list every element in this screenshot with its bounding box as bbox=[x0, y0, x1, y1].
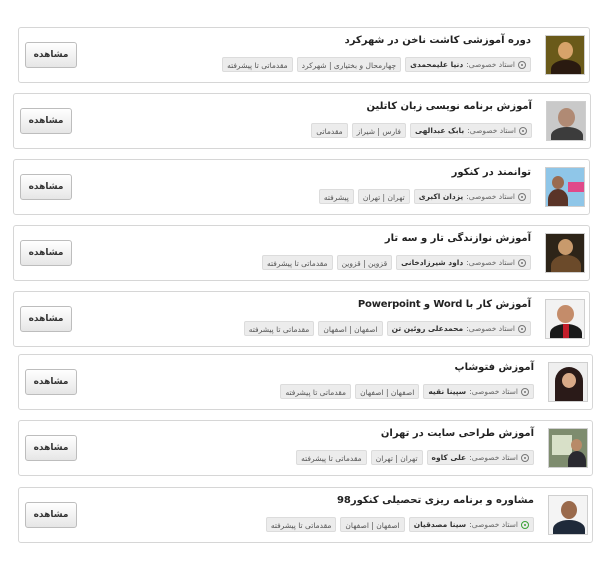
teacher-photo[interactable] bbox=[546, 101, 586, 141]
teacher-tag: استاد خصوصی: داود شیرزادخانی bbox=[396, 255, 531, 270]
user-circle-icon bbox=[518, 192, 526, 201]
user-circle-icon bbox=[521, 387, 529, 396]
teacher-photo[interactable] bbox=[548, 362, 588, 402]
teacher-tag: استاد خصوصی: سپینا نقیه bbox=[423, 384, 534, 399]
course-card: آموزش کار با Word و Powerpoint استاد خصو… bbox=[13, 291, 590, 347]
level-tag: مقدماتی تا پیشرفته bbox=[296, 450, 367, 465]
course-title[interactable]: آموزش نوازندگی تار و سه تار bbox=[385, 233, 531, 244]
level-tag: مقدماتی تا پیشرفته bbox=[261, 255, 333, 270]
course-card: آموزش طراحی سایت در تهران استاد خصوصی: ع… bbox=[18, 420, 593, 476]
course-tags: استاد خصوصی: یزدان اکبری تهران | تهران پ… bbox=[318, 189, 531, 204]
teacher-tag: استاد خصوصی: یزدان اکبری bbox=[413, 189, 531, 204]
location-tag: اصفهان | اصفهان bbox=[355, 384, 420, 399]
course-card: آموزش نوازندگی تار و سه تار استاد خصوصی:… bbox=[13, 225, 590, 281]
location-tag: قزوین | قزوین bbox=[336, 255, 393, 270]
teacher-label: استاد خصوصی: bbox=[466, 324, 515, 333]
course-card: مشاوره و برنامه ریزی تحصیلی کنکور98 استا… bbox=[18, 487, 593, 543]
teacher-tag: استاد خصوصی: محمدعلی روئین تن bbox=[386, 321, 531, 336]
course-title[interactable]: مشاوره و برنامه ریزی تحصیلی کنکور98 bbox=[337, 495, 534, 506]
teacher-tag: استاد خصوصی: دنیا علیمحمدی bbox=[405, 57, 531, 72]
teacher-name[interactable]: یزدان اکبری bbox=[419, 189, 463, 204]
course-card: آموزش برنامه نویسی زبان کاتلین استاد خصو… bbox=[13, 93, 591, 149]
user-circle-icon bbox=[518, 324, 526, 333]
teacher-tag: استاد خصوصی: علی کاوه bbox=[426, 450, 534, 465]
teacher-label: استاد خصوصی: bbox=[466, 192, 515, 201]
teacher-photo[interactable] bbox=[545, 299, 585, 339]
level-tag: مقدماتی bbox=[311, 123, 348, 138]
teacher-tag: استاد خصوصی: بابک عبدالهی bbox=[410, 123, 532, 138]
teacher-name[interactable]: دنیا علیمحمدی bbox=[410, 57, 463, 72]
teacher-name[interactable]: محمدعلی روئین تن bbox=[392, 321, 464, 336]
teacher-label: استاد خصوصی: bbox=[469, 520, 518, 529]
teacher-name[interactable]: داود شیرزادخانی bbox=[401, 255, 463, 270]
teacher-name[interactable]: سینا مصدقیان bbox=[414, 517, 466, 532]
view-button[interactable]: مشاهده bbox=[25, 369, 77, 395]
location-tag: اصفهان | اصفهان bbox=[318, 321, 383, 336]
location-tag: چهارمحال و بختیاری | شهرکرد bbox=[296, 57, 402, 72]
user-circle-icon bbox=[518, 60, 526, 69]
teacher-name[interactable]: سپینا نقیه bbox=[428, 384, 466, 399]
level-tag: مقدماتی تا پیشرفته bbox=[280, 384, 352, 399]
level-tag: مقدماتی تا پیشرفته bbox=[265, 517, 337, 532]
view-button[interactable]: مشاهده bbox=[20, 108, 72, 134]
teacher-photo[interactable] bbox=[548, 495, 588, 535]
level-tag: مقدماتی تا پیشرفته bbox=[222, 57, 293, 72]
teacher-label: استاد خصوصی: bbox=[467, 126, 516, 135]
teacher-label: استاد خصوصی: bbox=[466, 258, 515, 267]
view-button[interactable]: مشاهده bbox=[20, 306, 72, 332]
teacher-name[interactable]: بابک عبدالهی bbox=[415, 123, 464, 138]
teacher-label: استاد خصوصی: bbox=[469, 453, 518, 462]
view-button[interactable]: مشاهده bbox=[20, 174, 72, 200]
view-button[interactable]: مشاهده bbox=[25, 42, 77, 68]
location-tag: اصفهان | اصفهان bbox=[340, 517, 405, 532]
course-tags: استاد خصوصی: داود شیرزادخانی قزوین | قزو… bbox=[261, 255, 531, 270]
user-circle-icon bbox=[518, 258, 526, 267]
course-card: دوره آموزشی کاشت ناخن در شهرکرد استاد خص… bbox=[18, 27, 590, 83]
level-tag: پیشرفته bbox=[318, 189, 354, 204]
teacher-photo[interactable] bbox=[545, 233, 585, 273]
course-tags: استاد خصوصی: سپینا نقیه اصفهان | اصفهان … bbox=[280, 384, 534, 399]
verified-icon bbox=[521, 520, 529, 529]
course-title[interactable]: آموزش کار با Word و Powerpoint bbox=[358, 299, 531, 310]
teacher-photo[interactable] bbox=[545, 167, 585, 207]
course-title[interactable]: آموزش برنامه نویسی زبان کاتلین bbox=[367, 101, 533, 112]
course-tags: استاد خصوصی: علی کاوه تهران | تهران مقدم… bbox=[296, 450, 534, 465]
location-tag: فارس | شیراز bbox=[351, 123, 406, 138]
level-tag: مقدماتی تا پیشرفته bbox=[243, 321, 315, 336]
user-circle-icon bbox=[521, 453, 529, 462]
teacher-label: استاد خصوصی: bbox=[469, 387, 518, 396]
course-card: توانمند در کنکور استاد خصوصی: یزدان اکبر… bbox=[13, 159, 590, 215]
course-title[interactable]: توانمند در کنکور bbox=[452, 167, 532, 178]
course-tags: استاد خصوصی: محمدعلی روئین تن اصفهان | ا… bbox=[243, 321, 531, 336]
course-card: آموزش فتوشاپ استاد خصوصی: سپینا نقیه اصف… bbox=[18, 354, 593, 410]
course-title[interactable]: آموزش طراحی سایت در تهران bbox=[381, 428, 534, 439]
course-tags: استاد خصوصی: دنیا علیمحمدی چهارمحال و بخ… bbox=[222, 57, 531, 72]
view-button[interactable]: مشاهده bbox=[25, 502, 77, 528]
location-tag: تهران | تهران bbox=[370, 450, 423, 465]
teacher-label: استاد خصوصی: bbox=[466, 60, 515, 69]
course-title[interactable]: دوره آموزشی کاشت ناخن در شهرکرد bbox=[345, 35, 532, 46]
location-tag: تهران | تهران bbox=[357, 189, 410, 204]
course-tags: استاد خصوصی: بابک عبدالهی فارس | شیراز م… bbox=[311, 123, 532, 138]
user-circle-icon bbox=[519, 126, 527, 135]
course-tags: استاد خصوصی: سینا مصدقیان اصفهان | اصفها… bbox=[265, 517, 534, 532]
teacher-photo[interactable] bbox=[548, 428, 588, 468]
teacher-tag: استاد خصوصی: سینا مصدقیان bbox=[408, 517, 534, 532]
view-button[interactable]: مشاهده bbox=[20, 240, 72, 266]
teacher-photo[interactable] bbox=[545, 35, 585, 75]
teacher-name[interactable]: علی کاوه bbox=[432, 450, 467, 465]
view-button[interactable]: مشاهده bbox=[25, 435, 77, 461]
course-title[interactable]: آموزش فتوشاپ bbox=[455, 362, 535, 373]
